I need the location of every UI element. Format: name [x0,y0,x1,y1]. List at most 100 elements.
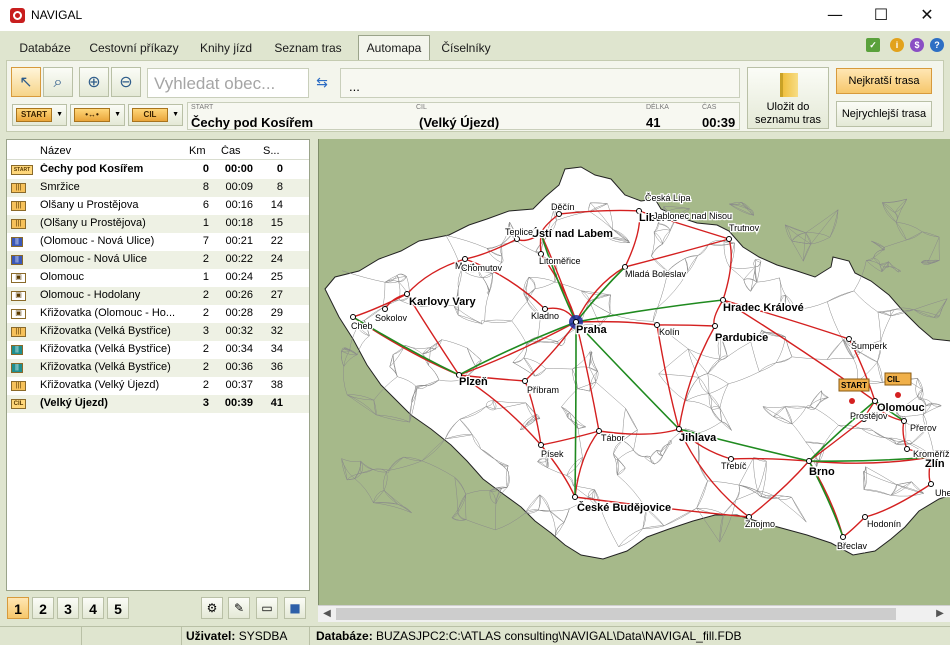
scroll-right-icon[interactable]: ▶ [932,607,948,621]
country-shape [324,166,950,560]
table-row[interactable]: ▣ Křižovatka (Olomouc - Ho... 2 00:28 29 [7,305,309,323]
map-view[interactable]: Praha Plzeň Brno Olomouc Liberec Ústí nad Lab… [318,139,950,605]
status-database: Databáze: BUZASJPC2:C:\ATLAS consulting\… [312,627,948,645]
route-info-panel: START Čechy pod Kosířem CIL (Velký Újezd… [187,102,740,130]
help-icon[interactable]: ? [930,38,944,52]
page-1-button[interactable]: 1 [7,597,29,619]
zoom-in-button[interactable]: ⊕ [79,67,109,97]
table-row[interactable]: ||| Smržice 8 00:09 8 [7,179,309,197]
cell-s: 38 [270,379,283,391]
pointer-tool-button[interactable]: ↖ [11,67,41,97]
page-4-button[interactable]: 4 [82,597,104,619]
city-marker [726,236,732,242]
scrollbar-thumb[interactable] [336,608,896,620]
maximize-button[interactable]: ☐ [858,0,904,31]
table-row[interactable]: START Čechy pod Kosířem 0 00:00 0 [7,161,309,179]
status-segment-empty2 [82,627,182,645]
table-row[interactable]: ||| Křižovatka (Velká Bystřice) 3 00:32 32 [7,323,309,341]
fastest-route-button[interactable]: Nejrychlejší trasa [836,101,932,127]
currency-icon[interactable]: $ [910,38,924,52]
cell-name: Křižovatka (Velký Újezd) [40,379,160,391]
table-row[interactable]: ||| (Olšany u Prostějova) 1 00:18 15 [7,215,309,233]
save-route-button[interactable]: Uložit do seznamu tras [747,67,829,129]
table-row[interactable]: || (Olomouc - Nová Ulice) 7 00:21 22 [7,233,309,251]
close-button[interactable]: ✕ [904,0,950,31]
scroll-left-icon[interactable]: ◀ [319,607,335,621]
save-button[interactable]: ■ [284,597,306,619]
cell-name: Olšany u Prostějova [40,199,139,211]
table-row[interactable]: || Křižovatka (Velká Bystřice) 2 00:36 36 [7,359,309,377]
minimize-button[interactable]: — [812,0,858,31]
city-marker [901,418,907,424]
start-dropdown[interactable]: START ▼ [12,104,67,126]
swap-route-button[interactable]: ⇆ [311,70,333,96]
header-km[interactable]: Km [189,145,206,157]
table-row[interactable]: ||| Křižovatka (Velký Újezd) 2 00:37 38 [7,377,309,395]
minor-road [494,503,497,530]
city-label: Plzeň [459,376,488,388]
table-row[interactable]: || Křižovatka (Velká Bystřice) 2 00:34 34 [7,341,309,359]
map-canvas[interactable]: PrahaPlzeňBrnoOlomoucLiberecÚstí nad Lab… [319,139,950,605]
cell-cas: 00:24 [225,271,253,283]
town-label: Kolín [659,327,680,337]
minor-road [894,212,898,223]
tab-seznam-tras[interactable]: Seznam tras [270,37,346,60]
chevron-down-icon: ▼ [172,111,179,118]
delka-value: 41 [646,115,661,130]
city-label: Jihlava [679,432,717,444]
shortest-route-button[interactable]: Nejkratší trasa [836,68,932,94]
city-road-type-icon: ▣ [11,309,26,319]
town-label: Břeclav [837,541,868,551]
tab-automapa[interactable]: Automapa [358,35,430,60]
minor-road [791,232,806,242]
chevron-down-icon: ▼ [114,111,121,118]
minor-road [465,490,490,495]
zoom-region-button[interactable]: ⌕ [43,67,73,97]
header-s[interactable]: S... [263,145,280,157]
city-marker [382,306,388,312]
cil-dropdown[interactable]: CIL ▼ [128,104,183,126]
open-button[interactable]: ▭ [256,597,278,619]
page-2-button[interactable]: 2 [32,597,54,619]
cell-s: 25 [270,271,283,283]
minor-road [383,471,388,491]
table-row[interactable]: ||| Olšany u Prostějova 6 00:16 14 [7,197,309,215]
clear-button[interactable]: ✎ [228,597,250,619]
table-row[interactable]: || Olomouc - Nová Ulice 2 00:22 24 [7,251,309,269]
search-input[interactable]: Vyhledat obec... [147,68,309,98]
tab-knihy-jizd[interactable]: Knihy jízd [193,37,259,60]
zoom-out-button[interactable]: ⊖ [111,67,141,97]
minor-road [372,469,387,473]
header-cas[interactable]: Čas [221,145,241,157]
road-road-type-icon: ||| [11,183,26,193]
via-dropdown[interactable]: •↔• ▼ [70,104,125,126]
tab-ciselniky[interactable]: Číselníky [437,37,495,60]
edit-check-icon[interactable]: ✓ [866,38,880,52]
city-marker [676,426,682,432]
page-5-button[interactable]: 5 [107,597,129,619]
table-row[interactable]: ▣ Olomouc 1 00:24 25 [7,269,309,287]
minor-road [361,469,374,474]
cil-value: (Velký Újezd) [419,115,500,130]
cas-value: 00:39 [702,115,736,130]
cell-name: Křižovatka (Velká Bystřice) [40,325,171,337]
town-label: Cheb [351,321,373,331]
folder-icon: ▭ [261,601,273,615]
town-label: Přerov [910,423,937,433]
tab-databaze[interactable]: Databáze [12,37,78,60]
tab-cestovni-prikazy[interactable]: Cestovní příkazy [88,37,180,60]
app-logo-icon [10,8,25,23]
table-row[interactable]: ▣ Olomouc - Hodolany 2 00:26 27 [7,287,309,305]
settings-button[interactable]: ⚙ [201,597,223,619]
info-icon[interactable]: i [890,38,904,52]
town-label: Chomutov [461,263,503,273]
city-label: Brno [809,466,835,478]
town-label: Sokolov [375,313,408,323]
map-horizontal-scrollbar[interactable]: ◀ ▶ [318,605,950,622]
cell-km: 2 [202,307,209,319]
city-road-type-icon: ▣ [11,291,26,301]
page-3-button[interactable]: 3 [57,597,79,619]
header-name[interactable]: Název [40,145,183,157]
zoom-in-icon: ⊕ [87,72,101,91]
table-row[interactable]: CIL (Velký Újezd) 3 00:39 41 [7,395,309,413]
